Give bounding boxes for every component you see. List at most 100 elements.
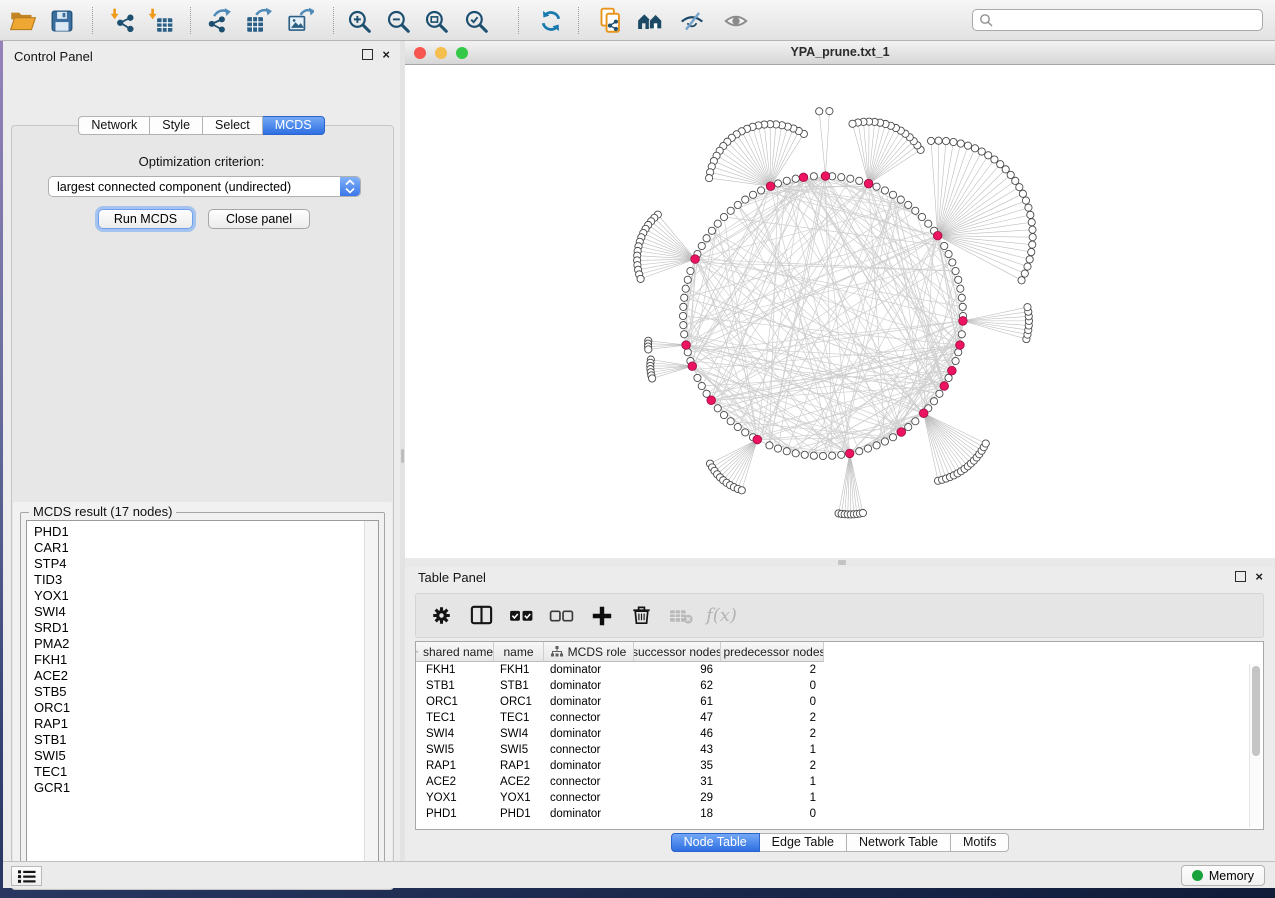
function-builder-button-disabled[interactable]: f(x): [708, 602, 735, 629]
zoom-selected-button[interactable]: [460, 6, 492, 35]
table-row[interactable]: PHD1PHD1dominator180: [416, 806, 1263, 822]
table-scrollbar[interactable]: [1249, 664, 1261, 827]
open-file-button[interactable]: [6, 6, 38, 35]
zoom-fit-button[interactable]: [420, 6, 452, 35]
table-row[interactable]: SWI5SWI5connector431: [416, 742, 1263, 758]
tab-node-table[interactable]: Node Table: [671, 833, 760, 852]
tab-network-table[interactable]: Network Table: [847, 833, 951, 852]
export-table-button[interactable]: [242, 6, 274, 35]
delete-table-button-disabled[interactable]: [668, 602, 695, 629]
import-network-button[interactable]: [106, 6, 138, 35]
show-all-button[interactable]: [720, 6, 752, 35]
delete-column-button[interactable]: [628, 602, 655, 629]
tab-network[interactable]: Network: [78, 116, 150, 135]
table-cell: 29: [634, 792, 721, 804]
horizontal-splitter[interactable]: [405, 558, 1275, 567]
toolbar-separator: [190, 7, 191, 34]
tab-select[interactable]: Select: [203, 116, 263, 135]
table-settings-button[interactable]: [428, 602, 455, 629]
table-row[interactable]: TEC1TEC1connector472: [416, 710, 1263, 726]
table-row[interactable]: ORC1ORC1dominator610: [416, 694, 1263, 710]
first-neighbors-button[interactable]: [634, 6, 666, 35]
mcds-result-item[interactable]: GCR1: [34, 780, 70, 796]
hide-selected-button[interactable]: [676, 6, 708, 35]
apply-layout-button[interactable]: [535, 6, 567, 35]
network-window-titlebar[interactable]: YPA_prune.txt_1: [405, 41, 1275, 65]
mcds-result-item[interactable]: SRD1: [34, 620, 70, 636]
tab-edge-table[interactable]: Edge Table: [760, 833, 847, 852]
select-all-button[interactable]: [508, 602, 535, 629]
zoom-in-button[interactable]: [343, 6, 375, 35]
table-cell: YOX1: [494, 792, 544, 804]
network-canvas[interactable]: [405, 65, 1275, 558]
zoom-out-icon: [385, 8, 411, 34]
mcds-result-item[interactable]: RAP1: [34, 716, 70, 732]
deselect-all-button[interactable]: [548, 602, 575, 629]
table-panel: Table Panel ×: [405, 567, 1275, 861]
export-network-button[interactable]: [202, 6, 234, 35]
mcds-result-item[interactable]: PHD1: [34, 524, 70, 540]
mcds-result-panel: MCDS result (17 nodes) PHD1CAR1STP4TID3Y…: [13, 502, 392, 887]
column-header-mcds-role[interactable]: MCDS role: [544, 642, 634, 662]
table-cell: 46: [634, 728, 721, 740]
column-header-successor-nodes[interactable]: successor nodes: [634, 642, 721, 662]
splitter-grip[interactable]: [838, 560, 846, 565]
search-box[interactable]: [972, 9, 1263, 31]
export-table-icon: [245, 7, 272, 34]
mcds-result-item[interactable]: SWI5: [34, 748, 70, 764]
table-row[interactable]: STB1STB1dominator620: [416, 678, 1263, 694]
shared-column-icon: [416, 646, 418, 657]
table-cell: 1: [721, 744, 824, 756]
table-row[interactable]: FKH1FKH1dominator962: [416, 662, 1263, 678]
mcds-list-scrollbar[interactable]: [364, 521, 378, 872]
float-panel-icon[interactable]: [362, 49, 373, 60]
network-graph[interactable]: [405, 65, 1275, 558]
tab-motifs[interactable]: Motifs: [951, 833, 1009, 852]
tab-style[interactable]: Style: [150, 116, 203, 135]
table-scrollbar-thumb[interactable]: [1252, 666, 1260, 756]
mcds-result-item[interactable]: STP4: [34, 556, 70, 572]
export-image-button[interactable]: [284, 6, 316, 35]
table-row[interactable]: SWI4SWI4dominator462: [416, 726, 1263, 742]
close-panel-icon[interactable]: ×: [1255, 571, 1263, 582]
task-history-button[interactable]: [11, 866, 42, 886]
mcds-result-item[interactable]: FKH1: [34, 652, 70, 668]
close-panel-button[interactable]: Close panel: [208, 209, 310, 229]
import-table-button[interactable]: [144, 6, 176, 35]
criterion-dropdown[interactable]: largest connected component (undirected): [48, 176, 361, 197]
column-header-predecessor-nodes[interactable]: predecessor nodes: [721, 642, 824, 662]
network-from-selection-icon: [597, 7, 624, 34]
add-column-button[interactable]: [588, 602, 615, 629]
column-header-shared-name[interactable]: shared name: [416, 642, 494, 662]
table-cell: YOX1: [416, 792, 494, 804]
mcds-result-item[interactable]: PMA2: [34, 636, 70, 652]
table-cell: ACE2: [416, 776, 494, 788]
mcds-result-item[interactable]: STB5: [34, 684, 70, 700]
mcds-result-item[interactable]: TID3: [34, 572, 70, 588]
mcds-result-item[interactable]: ORC1: [34, 700, 70, 716]
mcds-result-item[interactable]: ACE2: [34, 668, 70, 684]
float-panel-icon[interactable]: [1235, 571, 1246, 582]
toggle-panel-columns-button[interactable]: [468, 602, 495, 629]
save-session-button[interactable]: [46, 6, 78, 35]
table-row[interactable]: RAP1RAP1dominator352: [416, 758, 1263, 774]
close-panel-icon[interactable]: ×: [382, 49, 390, 60]
mcds-result-item[interactable]: CAR1: [34, 540, 70, 556]
mcds-result-item[interactable]: YOX1: [34, 588, 70, 604]
tab-mcds[interactable]: MCDS: [263, 116, 325, 135]
run-mcds-button[interactable]: Run MCDS: [98, 209, 193, 229]
table-cell: SWI4: [494, 728, 544, 740]
zoom-out-button[interactable]: [382, 6, 414, 35]
search-input[interactable]: [997, 12, 1262, 28]
table-row[interactable]: ACE2ACE2connector311: [416, 774, 1263, 790]
memory-button[interactable]: Memory: [1181, 865, 1265, 886]
mcds-result-item[interactable]: STB1: [34, 732, 70, 748]
table-row[interactable]: YOX1YOX1connector291: [416, 790, 1263, 806]
table-cell: ACE2: [494, 776, 544, 788]
network-from-selection-button[interactable]: [594, 6, 626, 35]
column-header-name[interactable]: name: [494, 642, 544, 662]
table-cell: 61: [634, 696, 721, 708]
splitter-grip[interactable]: [401, 449, 404, 463]
mcds-result-item[interactable]: TEC1: [34, 764, 70, 780]
mcds-result-item[interactable]: SWI4: [34, 604, 70, 620]
